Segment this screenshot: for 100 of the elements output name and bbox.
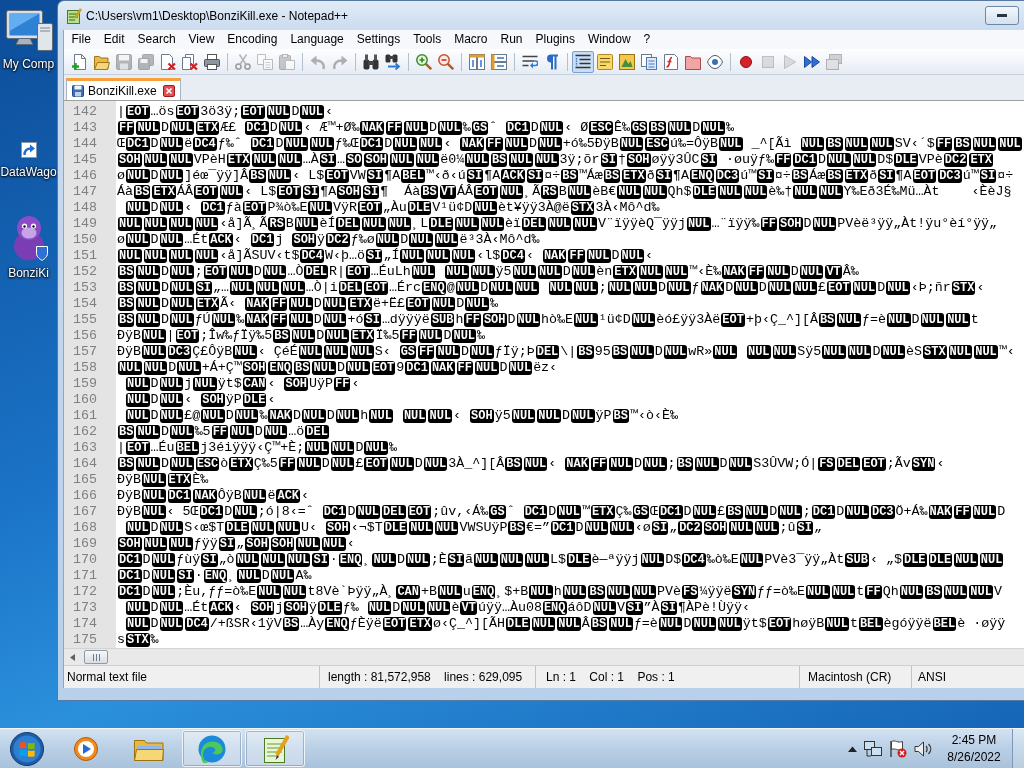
code-text: ;Èu,ƒƒ=ò‰E [176,584,257,600]
menu-item[interactable]: Window [581,30,638,49]
file-tab[interactable]: BonziKill.exe [66,78,181,100]
speaker-icon[interactable] [914,740,932,757]
code-text: ƒƒ=ò‰E [757,584,806,600]
control-char-badge: ENQ [325,617,349,631]
control-char-badge: DC1 [523,505,548,519]
control-char-badge: NUL [350,345,374,359]
line-number: 172 [73,584,97,600]
taskbar-button[interactable] [182,730,242,767]
control-char-badge: NUL [143,217,168,231]
document-type: Normal text file [67,670,148,684]
menu-item[interactable]: Search [131,30,183,49]
control-char-badge: SUB [845,553,869,567]
control-char-badge: NUL [401,601,425,615]
code-text: ™ [581,504,590,520]
control-char-badge: NUL [324,345,349,359]
control-char-badge: SOH [364,153,389,167]
network-computers-icon[interactable] [864,740,882,757]
control-char-badge: GS [489,505,506,519]
control-char-badge: BS [505,457,522,471]
control-char-badge: NUL [369,409,393,423]
control-char-badge: NUL [418,329,443,343]
flag-error-icon[interactable] [889,739,907,758]
start-orb-icon[interactable] [10,731,44,766]
menu-item[interactable]: Language [283,30,351,49]
menu-item[interactable]: Encoding [220,30,284,49]
control-char-badge: NUL [772,345,797,359]
control-char-badge: NUL [387,217,412,231]
code-text: ‹ [351,376,360,392]
desktop-icon-label[interactable]: BonziKi [8,266,49,280]
close-icon[interactable] [162,84,175,97]
menu-item[interactable]: ? [637,30,657,49]
menu-item[interactable]: Plugins [529,30,582,49]
control-char-badge: BEL [175,441,200,455]
control-char-badge: NUL [609,457,633,471]
line-number: 162 [73,424,97,440]
minimize-button[interactable] [985,6,1019,25]
control-char-badge: NUL [170,281,194,295]
control-char-badge: NUL [298,345,323,359]
up-triangle-icon[interactable] [848,745,857,752]
control-char-badge: NUL [743,185,768,199]
desktop-icon-label[interactable]: My Comp [2,57,55,71]
code-text: ë0¼ [440,152,465,168]
code-text: ƒÏÿ;Þ [494,344,535,360]
scrollbar-thumb[interactable] [84,650,108,664]
code-text: ð [646,168,655,184]
taskbar-button[interactable] [245,730,305,767]
control-char-badge: NUL [686,217,711,231]
code-text: D [456,296,465,312]
code-text: Ã [220,296,229,312]
text-editor[interactable] [64,100,1024,648]
control-char-badge: NUL [852,153,877,167]
control-char-badge: NUL [557,617,581,631]
code-text: D [480,280,489,296]
clock-date[interactable]: 8/26/2022 [947,748,1001,766]
control-char-badge: BS [603,169,621,183]
code-text: D [168,360,177,376]
control-char-badge: DEL [522,217,546,231]
control-char-badge: NUL [267,169,292,183]
show-desktop-button[interactable] [1012,728,1024,768]
menu-item[interactable]: View [182,30,221,49]
horizontal-scrollbar[interactable] [64,648,1024,665]
code-text: ¶ÀPè!Ùÿÿ‹ [677,600,750,616]
control-char-badge: DC1 [359,137,384,151]
line-number: 156 [73,328,97,344]
line-ending: Macintosh (CR) [808,670,892,684]
control-char-badge: NUL [632,585,657,599]
control-char-badge: ACK [501,169,525,183]
code-text: D [499,360,508,376]
control-char-badge: BS [249,169,266,183]
control-char-badge: DLE [566,553,591,567]
menu-item[interactable]: File [65,30,98,49]
menu-item[interactable]: Edit [97,30,132,49]
control-char-badge: SOH [250,601,275,615]
control-char-badge: NAK [722,265,746,279]
menu-item[interactable]: Settings [350,30,407,49]
code-text: …¨ïÿÿ‰ [711,216,760,232]
menu-item[interactable]: Macro [447,30,494,49]
control-char-badge: NUL [136,265,160,279]
code-text: W‹þ…ö [325,248,366,264]
control-char-badge: NUL [631,313,656,327]
control-char-badge: NAK [928,505,953,519]
desktop-icon-label[interactable]: DataWago [0,165,57,179]
control-char-badge: FF [590,457,608,471]
code-text: D [269,120,278,136]
code-text: ¼ÿÿë [699,584,732,600]
control-char-badge: NUL [242,489,267,503]
menu-item[interactable]: Tools [406,30,448,49]
code-text: D [326,408,335,424]
code-text: Qh [882,584,899,600]
code-text: ‰ò‰E [706,552,739,568]
control-char-badge: SOH [270,537,295,551]
control-char-badge: NUL [426,249,450,263]
computer-icon[interactable] [4,9,53,51]
code-text: ˆ [506,504,516,520]
clock-time[interactable]: 2:45 PM [951,731,997,749]
menu-item[interactable]: Run [494,30,530,49]
code-text: ƒ=è [861,312,886,328]
control-char-badge: SO [346,153,363,167]
